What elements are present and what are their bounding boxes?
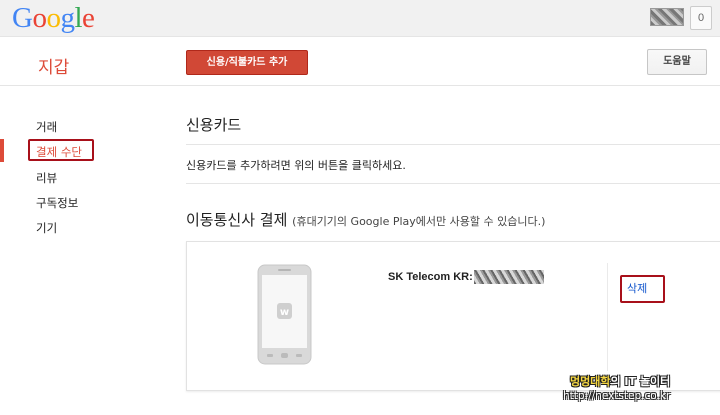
divider [186,183,720,184]
logo-letter: G [12,2,33,34]
sidebar-item-reviews[interactable]: 리뷰 [36,170,57,186]
svg-text:w: w [280,307,289,318]
carrier-billing-section-title: 이동통신사 결제 (휴대기기의 Google Play에서만 사용할 수 있습니… [186,209,545,230]
credit-card-help-text: 신용카드를 추가하려면 위의 버튼을 클릭하세요. [186,159,406,172]
add-card-button[interactable]: 신용/직불카드 추가 [186,50,308,75]
google-logo[interactable]: Google [12,2,95,34]
carrier-account: SK Telecom KR: [388,270,544,284]
card-divider [607,263,608,371]
watermark-title: 멍멍대학의 IT 놀이터 [563,373,670,389]
carrier-billing-card: w SK Telecom KR: 삭제 [186,241,720,391]
carrier-label: SK Telecom KR: [388,270,473,283]
sidebar-active-indicator [0,139,4,162]
logo-letter: o [32,2,47,34]
watermark-suffix: 의 IT 놀이터 [610,375,671,388]
sidebar-item-devices[interactable]: 기기 [36,220,57,236]
logo-letter: o [46,2,61,34]
top-bar: Google 0 [0,0,720,37]
phone-icon: w [257,264,312,365]
sub-header [0,38,720,86]
credit-card-section-title: 신용카드 [186,116,242,134]
watermark: 멍멍대학의 IT 놀이터 http://nextstep.co.kr [563,373,670,402]
sidebar-item-subscriptions[interactable]: 구독정보 [36,195,78,211]
highlight-box [28,139,94,161]
divider [186,144,720,145]
profile-avatar[interactable] [650,8,684,26]
carrier-billing-note: (휴대기기의 Google Play에서만 사용할 수 있습니다.) [292,215,546,228]
masked-phone-number [473,270,544,284]
watermark-url: http://nextstep.co.kr [563,390,671,402]
notification-count-button[interactable]: 0 [690,6,712,30]
carrier-billing-title: 이동통신사 결제 [186,211,288,229]
logo-letter: g [60,2,75,34]
watermark-brand: 멍멍대학 [570,375,611,388]
sidebar-item-transactions[interactable]: 거래 [36,119,57,135]
help-button[interactable]: 도움말 [647,49,707,75]
highlight-box [620,275,665,303]
page-title: 지갑 [38,58,70,78]
logo-letter: l [74,2,83,34]
logo-letter: e [82,2,95,34]
